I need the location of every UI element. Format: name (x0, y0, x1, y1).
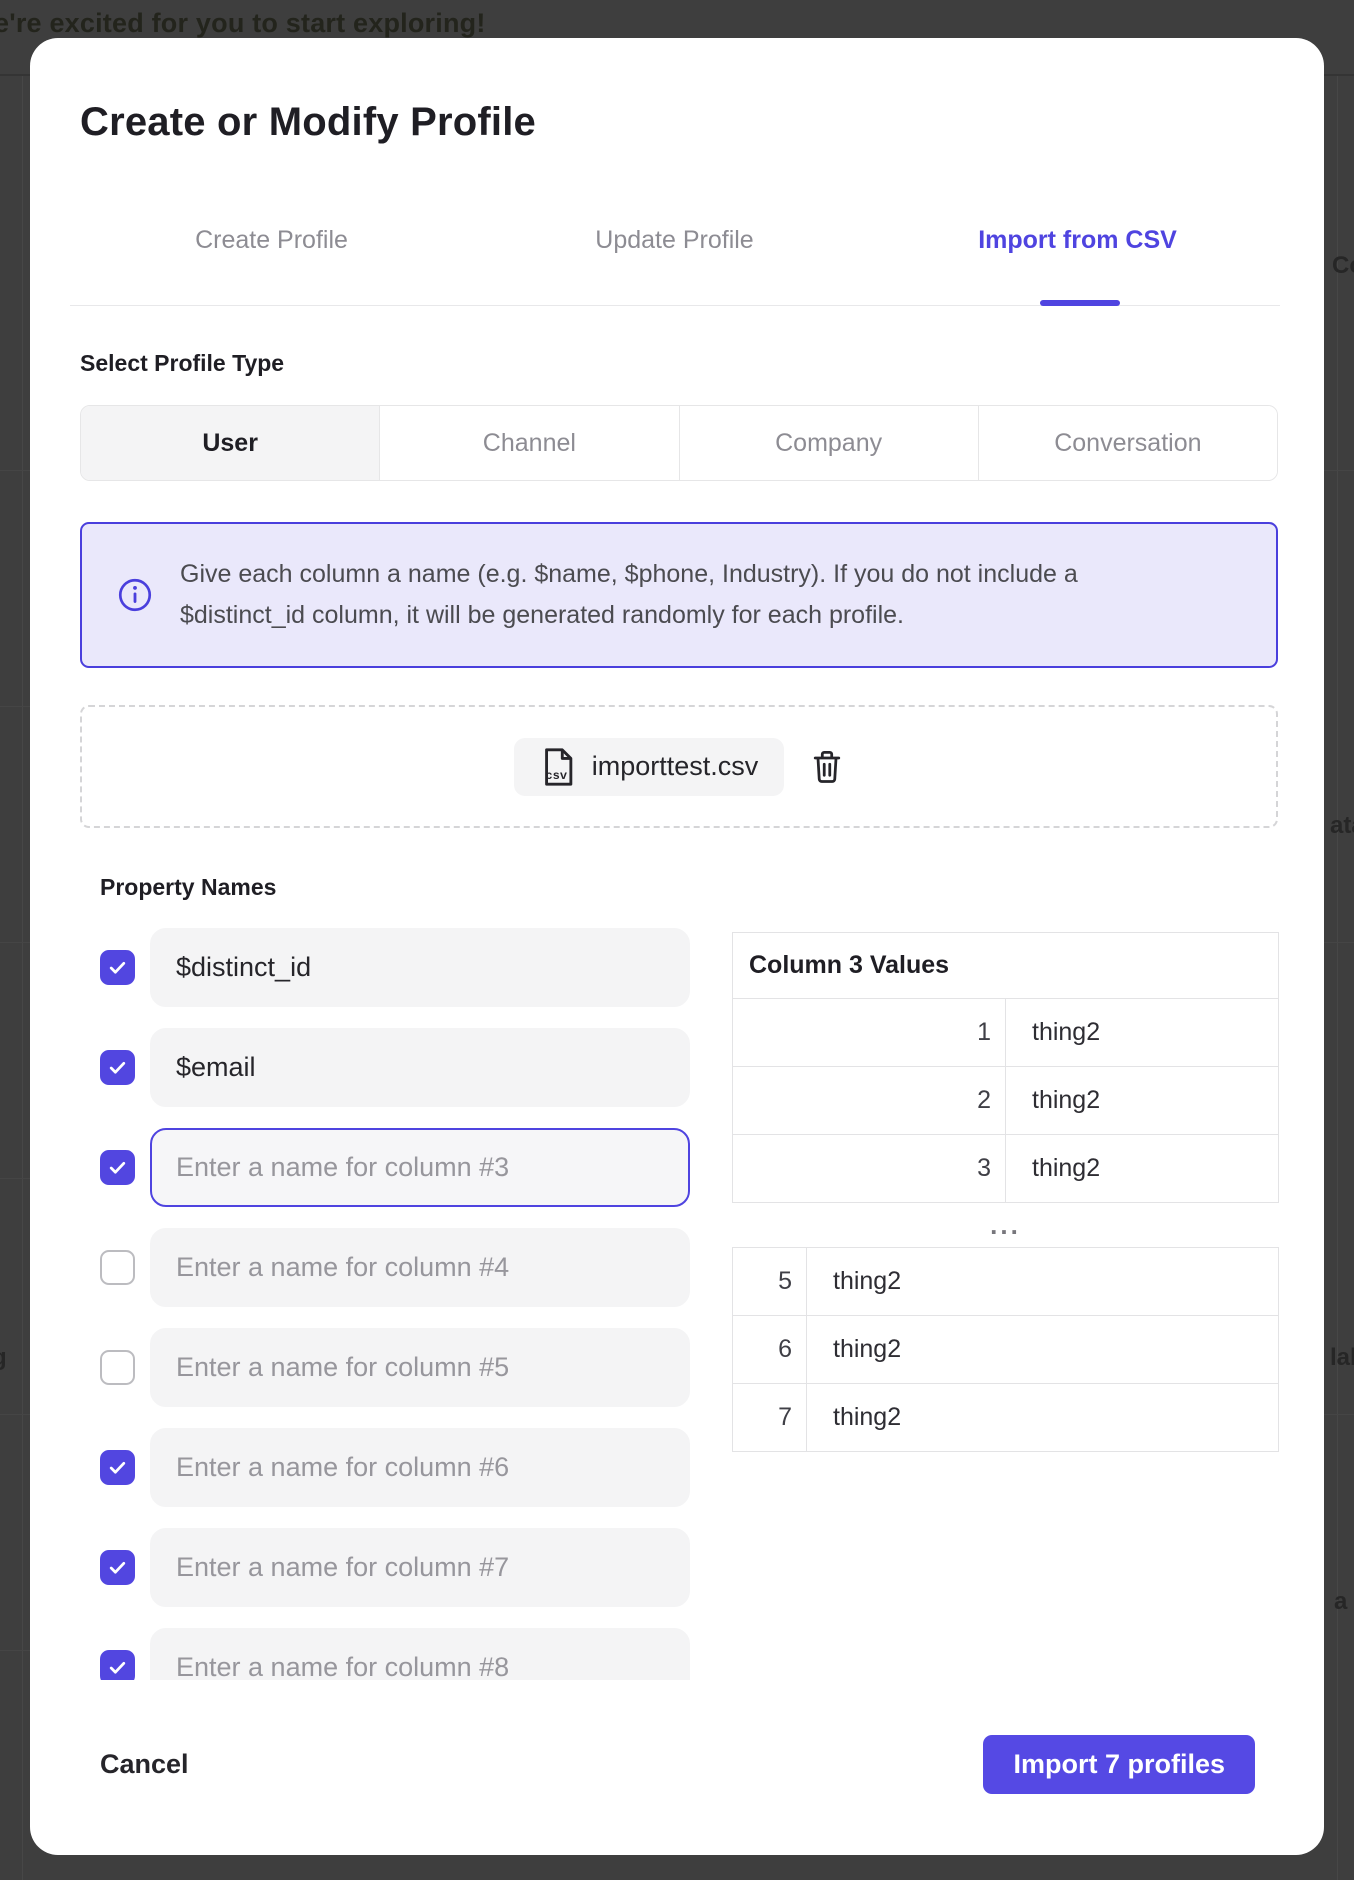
column-5-checkbox[interactable] (100, 1350, 135, 1385)
background-text-fragment: ata (1330, 812, 1354, 840)
row-index: 1 (733, 999, 1006, 1067)
property-row-4 (100, 1228, 692, 1307)
profile-type-conversation[interactable]: Conversation (978, 406, 1277, 480)
row-value: thing2 (1006, 1135, 1279, 1203)
trash-icon[interactable] (810, 749, 844, 785)
modal-tab-bar: Create Profile Update Profile Import fro… (70, 226, 1280, 306)
value-row: 6 thing2 (733, 1316, 1279, 1384)
active-tab-underline (1040, 300, 1120, 306)
background-row-line (0, 706, 30, 707)
property-names-label: Property Names (100, 874, 276, 901)
column-3-checkbox[interactable] (100, 1150, 135, 1185)
property-rows-list (100, 928, 692, 1680)
background-row-line (0, 470, 30, 471)
column-7-name-input[interactable] (150, 1528, 690, 1607)
tab-import-from-csv[interactable]: Import from CSV (876, 226, 1279, 305)
row-value: thing2 (1006, 1067, 1279, 1135)
property-row-1 (100, 928, 692, 1007)
row-value: thing2 (807, 1248, 1279, 1316)
value-row: 2 thing2 (733, 1067, 1279, 1135)
property-row-7 (100, 1528, 692, 1607)
background-text-fragment: g (0, 1344, 7, 1372)
column-6-name-input[interactable] (150, 1428, 690, 1507)
profile-type-segmented-control: User Channel Company Conversation (80, 405, 1278, 481)
tab-create-profile[interactable]: Create Profile (70, 226, 473, 305)
background-left-gridline (22, 76, 23, 1880)
background-row-line (0, 942, 30, 943)
column-8-checkbox[interactable] (100, 1650, 135, 1680)
column-values-preview: Column 3 Values 1 thing2 2 thing2 3 thin… (732, 932, 1279, 1452)
background-text-fragment: a (1334, 1588, 1347, 1616)
property-row-8 (100, 1628, 692, 1680)
row-index: 7 (733, 1384, 807, 1452)
value-row: 5 thing2 (733, 1248, 1279, 1316)
modal-title: Create or Modify Profile (80, 100, 536, 145)
select-profile-type-label: Select Profile Type (80, 350, 284, 377)
value-row: 7 thing2 (733, 1384, 1279, 1452)
background-row-line (1324, 942, 1354, 943)
column-1-checkbox[interactable] (100, 950, 135, 985)
value-row: 1 thing2 (733, 999, 1279, 1067)
column-values-table-top: Column 3 Values 1 thing2 2 thing2 3 thin… (732, 932, 1279, 1203)
property-row-2 (100, 1028, 692, 1107)
background-row-line (0, 1414, 30, 1415)
background-text-fragment: lab (1330, 1344, 1354, 1372)
column-5-name-input[interactable] (150, 1328, 690, 1407)
create-or-modify-profile-modal: Create or Modify Profile Create Profile … (30, 38, 1324, 1855)
import-profiles-button[interactable]: Import 7 profiles (983, 1735, 1255, 1794)
column-2-checkbox[interactable] (100, 1050, 135, 1085)
background-row-line (0, 1178, 30, 1179)
column-3-name-input[interactable] (150, 1128, 690, 1207)
row-value: thing2 (807, 1384, 1279, 1452)
property-row-6 (100, 1428, 692, 1507)
rows-ellipsis: ... (732, 1203, 1279, 1247)
background-text-fragment: Co (1332, 252, 1354, 280)
background-row-line (1324, 1414, 1354, 1415)
background-row-line (0, 1650, 30, 1651)
column-2-name-input[interactable] (150, 1028, 690, 1107)
row-index: 3 (733, 1135, 1006, 1203)
row-value: thing2 (807, 1316, 1279, 1384)
uploaded-file-name: importtest.csv (592, 751, 759, 782)
background-banner-text: e're excited for you to start exploring! (0, 8, 486, 39)
info-banner: Give each column a name (e.g. $name, $ph… (80, 522, 1278, 668)
column-4-name-input[interactable] (150, 1228, 690, 1307)
svg-text:csv: csv (545, 769, 567, 783)
column-1-name-input[interactable] (150, 928, 690, 1007)
row-index: 6 (733, 1316, 807, 1384)
column-6-checkbox[interactable] (100, 1450, 135, 1485)
column-4-checkbox[interactable] (100, 1250, 135, 1285)
value-row: 3 thing2 (733, 1135, 1279, 1203)
csv-upload-dropzone[interactable]: csv importtest.csv (80, 705, 1278, 828)
profile-type-user[interactable]: User (81, 406, 379, 480)
column-8-name-input[interactable] (150, 1628, 690, 1680)
background-row-line (1324, 470, 1354, 471)
row-index: 2 (733, 1067, 1006, 1135)
cancel-button[interactable]: Cancel (100, 1735, 189, 1794)
property-row-5 (100, 1328, 692, 1407)
profile-type-channel[interactable]: Channel (379, 406, 678, 480)
row-value: thing2 (1006, 999, 1279, 1067)
column-7-checkbox[interactable] (100, 1550, 135, 1585)
row-index: 5 (733, 1248, 807, 1316)
csv-file-icon: csv (540, 747, 576, 787)
column-values-table-bottom: 5 thing2 6 thing2 7 thing2 (732, 1247, 1279, 1452)
info-icon (118, 578, 152, 612)
uploaded-file-chip[interactable]: csv importtest.csv (514, 738, 785, 796)
tab-update-profile[interactable]: Update Profile (473, 226, 876, 305)
profile-type-company[interactable]: Company (679, 406, 978, 480)
column-values-header: Column 3 Values (733, 933, 1279, 999)
info-text: Give each column a name (e.g. $name, $ph… (180, 554, 1140, 636)
property-row-3 (100, 1128, 692, 1207)
